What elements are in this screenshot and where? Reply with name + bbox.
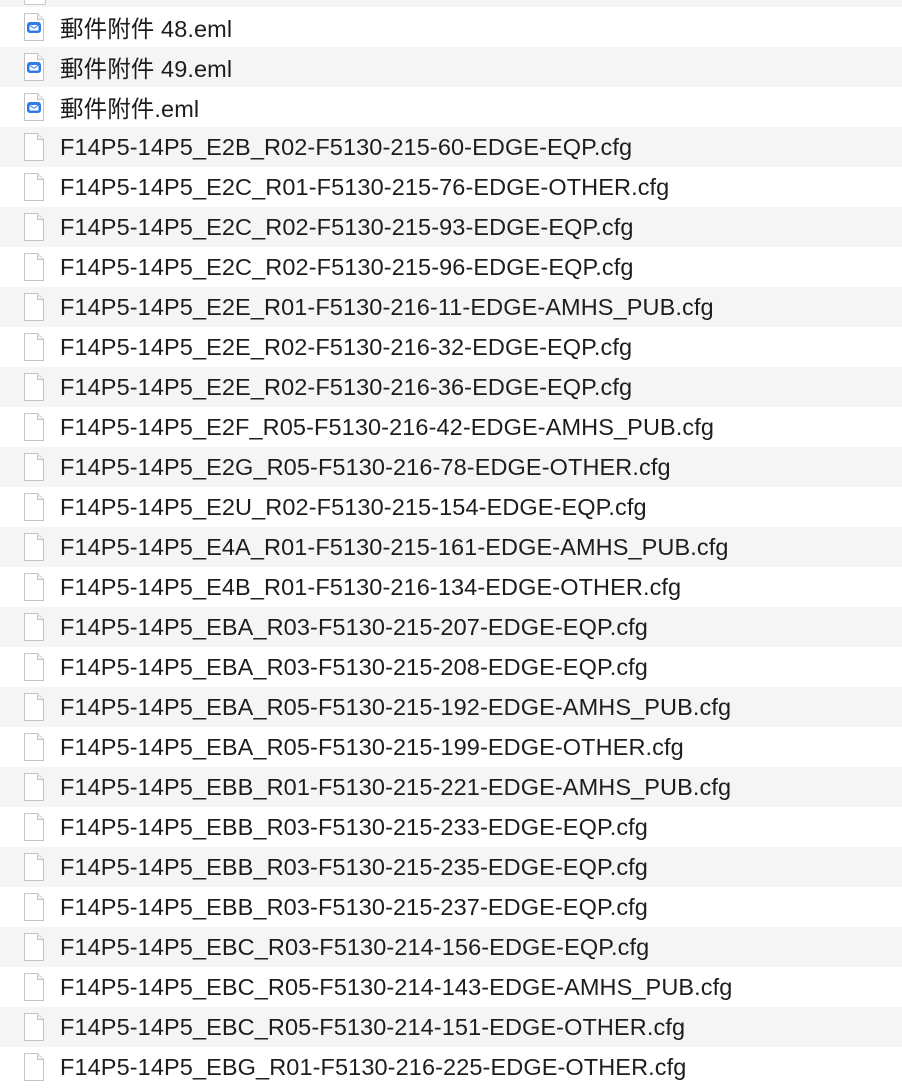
file-name: F14P5-14P5_E2C_R01-F5130-215-76-EDGE-OTH… — [60, 173, 670, 200]
file-name: F14P5-14P5_EBA_R03-F5130-215-207-EDGE-EQ… — [60, 613, 648, 640]
file-name: F14P5-14P5_EBC_R05-F5130-214-143-EDGE-AM… — [60, 973, 733, 1000]
file-row[interactable]: F14P5-14P5_E2E_R01-F5130-216-11-EDGE-AMH… — [0, 287, 902, 327]
file-name: F14P5-14P5_EBG_R01-F5130-216-225-EDGE-OT… — [60, 1053, 687, 1080]
file-row[interactable]: F14P5-14P5_E2F_R05-F5130-216-42-EDGE-AMH… — [0, 407, 902, 447]
file-row[interactable]: F14P5-14P5_EBA_R03-F5130-215-207-EDGE-EQ… — [0, 607, 902, 647]
file-row[interactable]: F14P5-14P5_E4A_R01-F5130-215-161-EDGE-AM… — [0, 527, 902, 567]
generic-document-icon — [24, 813, 44, 841]
file-name: F14P5-14P5_EBC_R05-F5130-214-151-EDGE-OT… — [60, 1013, 686, 1040]
generic-document-icon — [24, 173, 44, 201]
email-document-icon — [24, 93, 44, 121]
generic-document-icon — [24, 893, 44, 921]
generic-document-icon — [24, 373, 44, 401]
file-name: F14P5-14P5_EBB_R03-F5130-215-233-EDGE-EQ… — [60, 813, 648, 840]
file-name: F14P5-14P5_EBC_R03-F5130-214-156-EDGE-EQ… — [60, 933, 650, 960]
file-row[interactable]: F14P5-14P5_E2G_R05-F5130-216-78-EDGE-OTH… — [0, 447, 902, 487]
generic-document-icon — [24, 1013, 44, 1041]
file-row[interactable]: F14P5-14P5_EBA_R05-F5130-215-199-EDGE-OT… — [0, 727, 902, 767]
generic-document-icon — [24, 133, 44, 161]
file-name: F14P5-14P5_EBA_R05-F5130-215-199-EDGE-OT… — [60, 733, 684, 760]
file-row[interactable]: F14P5-14P5_EBB_R03-F5130-215-235-EDGE-EQ… — [0, 847, 902, 887]
file-row[interactable]: F14P5-14P5_E2C_R02-F5130-215-96-EDGE-EQP… — [0, 247, 902, 287]
generic-document-icon — [24, 213, 44, 241]
generic-document-icon — [24, 453, 44, 481]
email-document-icon — [24, 13, 44, 41]
file-name: F14P5-14P5_EBA_R05-F5130-215-192-EDGE-AM… — [60, 693, 732, 720]
file-row[interactable]: F14P5-14P5_EBB_R03-F5130-215-233-EDGE-EQ… — [0, 807, 902, 847]
file-rows: 郵件附件 48.eml 郵件附件 49.eml 郵件附件.eml F14P5-14P5… — [0, 7, 902, 1087]
file-row[interactable]: 郵件附件 49.eml — [0, 47, 902, 87]
generic-document-icon — [24, 533, 44, 561]
file-row[interactable]: 郵件附件.eml — [0, 87, 902, 127]
file-name: F14P5-14P5_E2G_R05-F5130-216-78-EDGE-OTH… — [60, 453, 671, 480]
file-name: F14P5-14P5_E2C_R02-F5130-215-96-EDGE-EQP… — [60, 253, 634, 280]
file-name: F14P5-14P5_E2B_R02-F5130-215-60-EDGE-EQP… — [60, 133, 633, 160]
file-name: F14P5-14P5_E2E_R02-F5130-216-36-EDGE-EQP… — [60, 373, 633, 400]
file-row[interactable]: F14P5-14P5_E2B_R02-F5130-215-60-EDGE-EQP… — [0, 127, 902, 167]
partial-row-above — [0, 0, 902, 7]
file-name: F14P5-14P5_E2E_R02-F5130-216-32-EDGE-EQP… — [60, 333, 633, 360]
generic-document-icon — [24, 693, 44, 721]
generic-document-icon — [24, 413, 44, 441]
generic-document-icon — [24, 293, 44, 321]
file-row[interactable]: F14P5-14P5_EBC_R03-F5130-214-156-EDGE-EQ… — [0, 927, 902, 967]
file-row[interactable]: F14P5-14P5_E2C_R01-F5130-215-76-EDGE-OTH… — [0, 167, 902, 207]
file-row[interactable]: F14P5-14P5_E2E_R02-F5130-216-36-EDGE-EQP… — [0, 367, 902, 407]
file-name: 郵件附件.eml — [60, 96, 200, 122]
generic-document-icon — [24, 773, 44, 801]
generic-document-icon — [24, 733, 44, 761]
file-name: F14P5-14P5_EBB_R03-F5130-215-235-EDGE-EQ… — [60, 853, 648, 880]
file-row[interactable]: F14P5-14P5_EBA_R05-F5130-215-192-EDGE-AM… — [0, 687, 902, 727]
file-name: 郵件附件 48.eml — [60, 16, 233, 42]
file-row[interactable]: F14P5-14P5_EBA_R03-F5130-215-208-EDGE-EQ… — [0, 647, 902, 687]
file-name: F14P5-14P5_E2U_R02-F5130-215-154-EDGE-EQ… — [60, 493, 647, 520]
file-row[interactable]: F14P5-14P5_E2E_R02-F5130-216-32-EDGE-EQP… — [0, 327, 902, 367]
file-name: 郵件附件 49.eml — [60, 56, 233, 82]
email-document-icon — [24, 53, 44, 81]
file-row[interactable]: F14P5-14P5_E2U_R02-F5130-215-154-EDGE-EQ… — [0, 487, 902, 527]
file-name: F14P5-14P5_E2C_R02-F5130-215-93-EDGE-EQP… — [60, 213, 634, 240]
file-name: F14P5-14P5_E4B_R01-F5130-216-134-EDGE-OT… — [60, 573, 682, 600]
document-icon-partial — [24, 0, 46, 5]
file-row[interactable]: F14P5-14P5_EBB_R01-F5130-215-221-EDGE-AM… — [0, 767, 902, 807]
file-row[interactable]: F14P5-14P5_E2C_R02-F5130-215-93-EDGE-EQP… — [0, 207, 902, 247]
file-name: F14P5-14P5_E4A_R01-F5130-215-161-EDGE-AM… — [60, 533, 729, 560]
generic-document-icon — [24, 493, 44, 521]
file-name: F14P5-14P5_EBB_R03-F5130-215-237-EDGE-EQ… — [60, 893, 648, 920]
finder-file-list: 郵件附件 48.eml 郵件附件 49.eml 郵件附件.eml F14P5-14P5… — [0, 0, 902, 1090]
generic-document-icon — [24, 853, 44, 881]
generic-document-icon — [24, 253, 44, 281]
file-row[interactable]: 郵件附件 48.eml — [0, 7, 902, 47]
file-name: F14P5-14P5_EBA_R03-F5130-215-208-EDGE-EQ… — [60, 653, 648, 680]
generic-document-icon — [24, 333, 44, 361]
file-row[interactable]: F14P5-14P5_EBC_R05-F5130-214-143-EDGE-AM… — [0, 967, 902, 1007]
file-row[interactable]: F14P5-14P5_E4B_R01-F5130-216-134-EDGE-OT… — [0, 567, 902, 607]
file-name: F14P5-14P5_E2E_R01-F5130-216-11-EDGE-AMH… — [60, 293, 714, 320]
generic-document-icon — [24, 1053, 44, 1081]
file-row[interactable]: F14P5-14P5_EBG_R01-F5130-216-225-EDGE-OT… — [0, 1047, 902, 1087]
generic-document-icon — [24, 933, 44, 961]
generic-document-icon — [24, 613, 44, 641]
file-row[interactable]: F14P5-14P5_EBC_R05-F5130-214-151-EDGE-OT… — [0, 1007, 902, 1047]
generic-document-icon — [24, 573, 44, 601]
file-name: F14P5-14P5_EBB_R01-F5130-215-221-EDGE-AM… — [60, 773, 732, 800]
file-name: F14P5-14P5_E2F_R05-F5130-216-42-EDGE-AMH… — [60, 413, 715, 440]
file-row[interactable]: F14P5-14P5_EBB_R03-F5130-215-237-EDGE-EQ… — [0, 887, 902, 927]
generic-document-icon — [24, 653, 44, 681]
generic-document-icon — [24, 973, 44, 1001]
